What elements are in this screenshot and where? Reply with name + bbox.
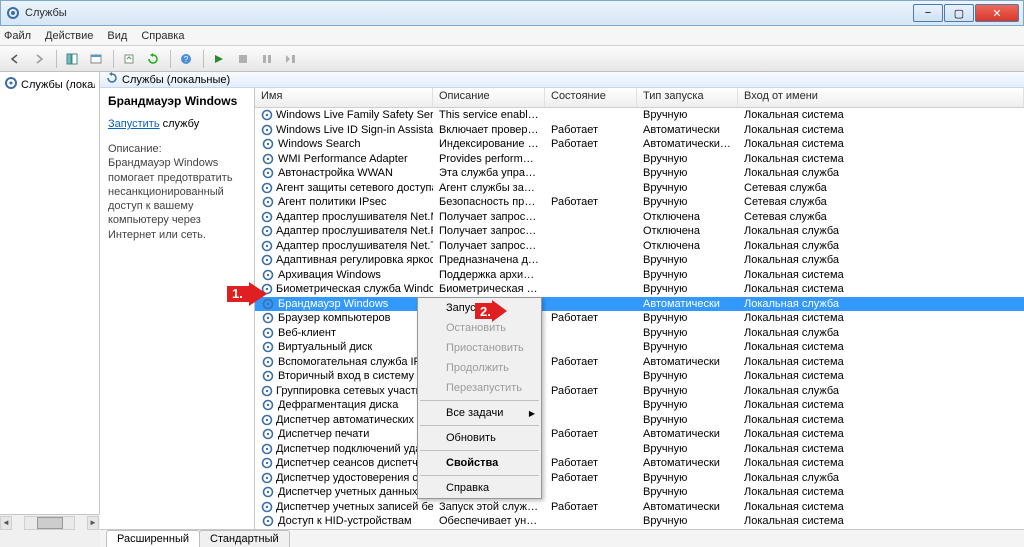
- service-row[interactable]: Windows SearchИндексирование конт...Рабо…: [255, 137, 1024, 152]
- service-row[interactable]: Агент политики IPsecБезопасность проток.…: [255, 195, 1024, 210]
- service-row[interactable]: Диспетчер автоматических под...ВручнуюЛо…: [255, 413, 1024, 428]
- desc-label: Описание:: [108, 142, 246, 156]
- service-row[interactable]: Доступ к HID-устройствамОбеспечивает уни…: [255, 514, 1024, 529]
- ctx-pause[interactable]: Приостановить: [418, 338, 541, 358]
- service-row[interactable]: Диспетчер подключений удален...ВручнуюЛо…: [255, 442, 1024, 457]
- service-row[interactable]: Виртуальный дискВручнуюЛокальная система: [255, 340, 1024, 355]
- service-row[interactable]: Диспетчер учетных данныхОбеспечивает защ…: [255, 485, 1024, 500]
- service-row[interactable]: Агент защиты сетевого доступаАгент служб…: [255, 181, 1024, 196]
- services-icon: [4, 76, 18, 93]
- ctx-refresh[interactable]: Обновить: [418, 428, 541, 448]
- toolbar: ?: [0, 46, 1024, 72]
- col-logon[interactable]: Вход от имени: [738, 88, 1024, 107]
- svg-text:?: ?: [184, 55, 189, 64]
- restart-service-button[interactable]: [280, 48, 302, 70]
- mid-header-label: Службы (локальные): [122, 74, 230, 86]
- service-row[interactable]: Адаптивная регулировка яркостиПредназнач…: [255, 253, 1024, 268]
- ctx-properties[interactable]: Свойства: [418, 453, 541, 473]
- menu-action[interactable]: Действие: [45, 30, 93, 42]
- service-row[interactable]: Windows Live ID Sign-in AssistantВключае…: [255, 123, 1024, 138]
- properties-button[interactable]: [85, 48, 107, 70]
- maximize-button[interactable]: ▢: [944, 4, 974, 22]
- service-row[interactable]: Биометрическая служба WindowsБиометричес…: [255, 282, 1024, 297]
- col-state[interactable]: Состояние: [545, 88, 637, 107]
- ctx-help[interactable]: Справка: [418, 478, 541, 498]
- service-row[interactable]: Группировка сетевых участниковРаботаетВр…: [255, 384, 1024, 399]
- service-row[interactable]: Архивация WindowsПоддержка архивации...В…: [255, 268, 1024, 283]
- service-row[interactable]: WMI Performance AdapterProvides performa…: [255, 152, 1024, 167]
- tab-standard[interactable]: Стандартный: [199, 530, 290, 547]
- service-row[interactable]: Веб-клиентВручнуюЛокальная служба: [255, 326, 1024, 341]
- scroll-track[interactable]: [24, 516, 75, 530]
- menu-view[interactable]: Вид: [107, 30, 127, 42]
- export-button[interactable]: [118, 48, 140, 70]
- service-row[interactable]: Автонастройка WWANЭта служба управляет .…: [255, 166, 1024, 181]
- start-service-link[interactable]: Запустить: [108, 118, 160, 130]
- left-tree-panel: Службы (локальные): [0, 72, 100, 514]
- back-button[interactable]: [4, 48, 26, 70]
- menu-file[interactable]: Файл: [4, 30, 31, 42]
- service-row[interactable]: Адаптер прослушивателя Net.TcpПолучает з…: [255, 239, 1024, 254]
- col-desc[interactable]: Описание: [433, 88, 545, 107]
- service-row[interactable]: Диспетчер учетных записей безопасЗапуск …: [255, 500, 1024, 515]
- service-row[interactable]: Вторичный вход в системуВручнуюЛокальная…: [255, 369, 1024, 384]
- close-button[interactable]: ✕: [975, 4, 1019, 22]
- grid-header: Имя Описание Состояние Тип запуска Вход …: [255, 88, 1024, 108]
- selected-service-name: Брандмауэр Windows: [108, 94, 246, 108]
- service-row[interactable]: Браузер компьютеровРаботаетВручнуюЛокаль…: [255, 311, 1024, 326]
- scroll-left-button[interactable]: ◄: [0, 516, 12, 530]
- window-title: Службы: [25, 7, 912, 19]
- service-row[interactable]: Дефрагментация дискаВручнуюЛокальная сис…: [255, 398, 1024, 413]
- service-row[interactable]: Адаптер прослушивателя Net.MsmqПолучает …: [255, 210, 1024, 225]
- main-content: Службы (локальные) Службы (локальные) Бр…: [0, 72, 1024, 514]
- stop-service-button[interactable]: [232, 48, 254, 70]
- tree-root-label: Службы (локальные): [21, 79, 95, 91]
- service-row[interactable]: Вспомогательная служба IPРаботаетАвтомат…: [255, 355, 1024, 370]
- services-list-panel: Имя Описание Состояние Тип запуска Вход …: [255, 88, 1024, 529]
- context-menu: Запустить Остановить Приостановить Продо…: [417, 297, 542, 499]
- scroll-thumb[interactable]: [37, 517, 63, 529]
- minimize-button[interactable]: −: [913, 4, 943, 22]
- service-row[interactable]: Адаптер прослушивателя Net.PipeПолучает …: [255, 224, 1024, 239]
- callout-1: 1.: [232, 286, 243, 301]
- tab-extended[interactable]: Расширенный: [106, 530, 200, 547]
- titlebar: Службы − ▢ ✕: [0, 0, 1024, 26]
- help-button[interactable]: ?: [175, 48, 197, 70]
- menubar: Файл Действие Вид Справка: [0, 26, 1024, 46]
- menu-help[interactable]: Справка: [141, 30, 184, 42]
- services-icon: [5, 5, 21, 21]
- service-row[interactable]: Windows Live Family Safety ServiceThis s…: [255, 108, 1024, 123]
- callout-2: 2.: [480, 304, 491, 319]
- service-row[interactable]: Диспетчер сеансов диспетчера...РаботаетА…: [255, 456, 1024, 471]
- service-row[interactable]: Диспетчер удостоверения сетев...Работает…: [255, 471, 1024, 486]
- col-startup[interactable]: Тип запуска: [637, 88, 738, 107]
- ctx-resume[interactable]: Продолжить: [418, 358, 541, 378]
- col-name[interactable]: Имя: [255, 88, 433, 107]
- forward-button[interactable]: [28, 48, 50, 70]
- tree-root[interactable]: Службы (локальные): [4, 76, 95, 93]
- view-tabs: Расширенный Стандартный: [100, 529, 1024, 547]
- ctx-all-tasks[interactable]: Все задачи: [418, 403, 541, 423]
- grid-body[interactable]: Windows Live Family Safety ServiceThis s…: [255, 108, 1024, 529]
- scroll-right-button[interactable]: ►: [87, 516, 99, 530]
- service-row[interactable]: Диспетчер печатиРаботаетАвтоматическиЛок…: [255, 427, 1024, 442]
- refresh-button[interactable]: [142, 48, 164, 70]
- left-horizontal-scrollbar[interactable]: ◄ ►: [0, 514, 99, 530]
- desc-text: Брандмауэр Windows помогает предотвратит…: [108, 156, 246, 242]
- show-tree-button[interactable]: [61, 48, 83, 70]
- mid-header: Службы (локальные): [100, 72, 1024, 88]
- service-row[interactable]: Брандмауэр WindowsАвтоматическиЛокальная…: [255, 297, 1024, 312]
- ctx-restart[interactable]: Перезапустить: [418, 378, 541, 398]
- start-service-button[interactable]: [208, 48, 230, 70]
- pause-service-button[interactable]: [256, 48, 278, 70]
- refresh-icon[interactable]: [106, 72, 118, 87]
